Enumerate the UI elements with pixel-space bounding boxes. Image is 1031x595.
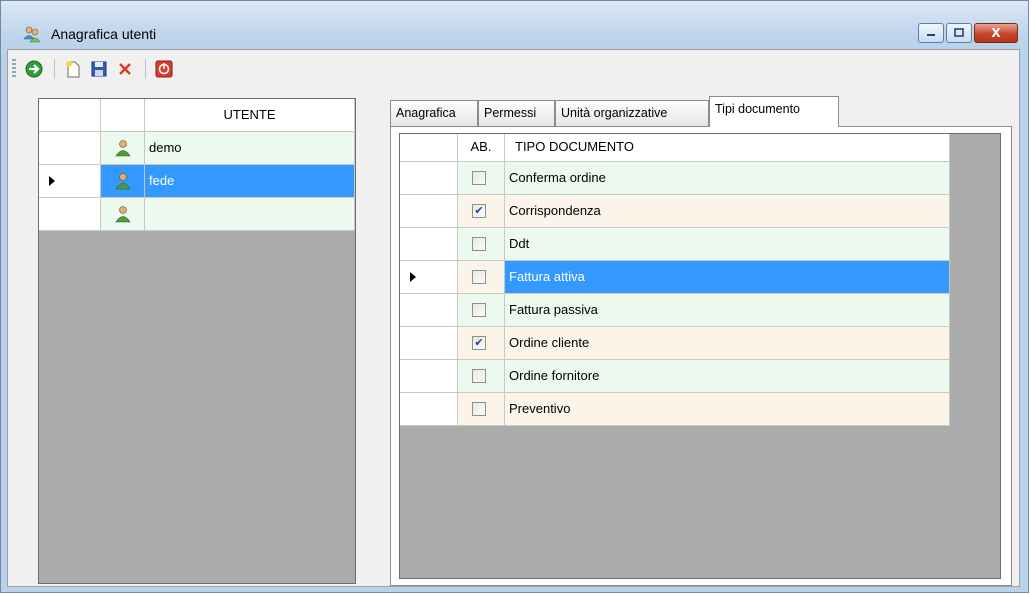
document-row[interactable]: ✔ Ordine cliente xyxy=(400,327,950,360)
client-area: UTENTE demo fede Anagrafica Permessi Unit… xyxy=(7,49,1020,587)
document-type-cell[interactable]: Corrispondenza xyxy=(505,195,950,228)
user-icon-cell[interactable] xyxy=(101,198,145,231)
user-name-cell[interactable]: demo xyxy=(145,132,355,165)
document-row[interactable]: Conferma ordine xyxy=(400,162,950,195)
abilitato-checkbox[interactable]: ✔ xyxy=(472,336,486,350)
row-header[interactable] xyxy=(39,198,101,231)
row-header[interactable] xyxy=(400,294,458,327)
delete-x-icon xyxy=(119,63,131,75)
document-row[interactable]: Ordine fornitore xyxy=(400,360,950,393)
abilitato-cell xyxy=(458,162,505,195)
abilitato-checkbox[interactable] xyxy=(472,270,486,284)
user-icon xyxy=(115,140,131,157)
row-header[interactable] xyxy=(39,165,101,198)
document-type-cell[interactable]: Fattura attiva xyxy=(505,261,950,294)
abilitato-cell: ✔ xyxy=(458,327,505,360)
tab-unita-organizzative[interactable]: Unità organizzative xyxy=(555,100,709,126)
document-row[interactable]: Fattura attiva xyxy=(400,261,950,294)
toolbar-separator xyxy=(145,59,146,79)
abilitato-checkbox[interactable]: ✔ xyxy=(472,204,486,218)
abilitato-checkbox[interactable] xyxy=(472,303,486,317)
user-icon-cell[interactable] xyxy=(101,132,145,165)
row-header[interactable] xyxy=(400,162,458,195)
new-document-icon xyxy=(66,61,80,78)
documents-grid[interactable]: AB. TIPO DOCUMENTO Conferma ordine ✔ Corri… xyxy=(399,133,1001,579)
row-header-corner xyxy=(400,134,458,162)
row-header[interactable] xyxy=(39,132,101,165)
abilitato-checkbox[interactable] xyxy=(472,402,486,416)
icon-column-header xyxy=(101,99,145,132)
close-button[interactable]: X xyxy=(974,23,1018,43)
user-row[interactable]: demo xyxy=(39,132,355,165)
toolbar-separator xyxy=(54,59,55,79)
column-header-ab[interactable]: AB. xyxy=(458,134,505,162)
abilitato-checkbox[interactable] xyxy=(472,171,486,185)
tab-permessi[interactable]: Permessi xyxy=(478,100,555,126)
user-row[interactable]: fede xyxy=(39,165,355,198)
close-icon: X xyxy=(991,26,1001,40)
row-header[interactable] xyxy=(400,261,458,294)
abilitato-cell: ✔ xyxy=(458,195,505,228)
save-disk-icon xyxy=(91,61,107,77)
delete-button[interactable] xyxy=(113,57,137,81)
save-button[interactable] xyxy=(87,57,111,81)
abilitato-cell xyxy=(458,294,505,327)
abilitato-cell xyxy=(458,360,505,393)
current-row-arrow-icon xyxy=(410,272,416,282)
row-header[interactable] xyxy=(400,393,458,426)
document-row[interactable]: Fattura passiva xyxy=(400,294,950,327)
abilitato-checkbox[interactable] xyxy=(472,237,486,251)
minimize-icon xyxy=(927,34,935,36)
row-header[interactable] xyxy=(400,327,458,360)
window-title: Anagrafica utenti xyxy=(51,26,157,42)
document-row[interactable]: Ddt xyxy=(400,228,950,261)
user-icon-cell[interactable] xyxy=(101,165,145,198)
window-controls: X xyxy=(918,23,1018,45)
documents-grid-header: AB. TIPO DOCUMENTO xyxy=(400,134,950,162)
document-type-cell[interactable]: Ddt xyxy=(505,228,950,261)
document-row[interactable]: Preventivo xyxy=(400,393,950,426)
document-type-cell[interactable]: Preventivo xyxy=(505,393,950,426)
current-row-arrow-icon xyxy=(49,176,55,186)
abilitato-cell xyxy=(458,261,505,294)
exit-button[interactable] xyxy=(152,57,176,81)
users-icon xyxy=(23,25,41,43)
title-bar[interactable]: Anagrafica utenti X xyxy=(1,1,1028,49)
row-header[interactable] xyxy=(400,360,458,393)
document-type-cell[interactable]: Conferma ordine xyxy=(505,162,950,195)
maximize-icon xyxy=(954,28,964,37)
document-type-cell[interactable]: Fattura passiva xyxy=(505,294,950,327)
users-grid-header: UTENTE xyxy=(39,99,355,132)
user-icon xyxy=(115,173,131,190)
toolbar-grip[interactable] xyxy=(12,59,16,79)
row-header[interactable] xyxy=(400,228,458,261)
go-button[interactable] xyxy=(22,57,46,81)
document-type-cell[interactable]: Ordine fornitore xyxy=(505,360,950,393)
tab-tipi-documento[interactable]: Tipi documento xyxy=(709,96,839,127)
users-grid[interactable]: UTENTE demo fede xyxy=(38,98,356,584)
abilitato-cell xyxy=(458,228,505,261)
column-header-utente[interactable]: UTENTE xyxy=(145,99,355,132)
maximize-button[interactable] xyxy=(946,23,972,43)
user-icon xyxy=(115,206,131,223)
row-header[interactable] xyxy=(400,195,458,228)
user-name-cell[interactable] xyxy=(145,198,355,231)
abilitato-checkbox[interactable] xyxy=(472,369,486,383)
tab-anagrafica[interactable]: Anagrafica xyxy=(390,100,478,126)
new-button[interactable] xyxy=(61,57,85,81)
tab-panel-tipi-documento: AB. TIPO DOCUMENTO Conferma ordine ✔ Corri… xyxy=(390,126,1012,586)
abilitato-cell xyxy=(458,393,505,426)
minimize-button[interactable] xyxy=(918,23,944,43)
go-arrow-icon xyxy=(25,60,43,78)
document-row[interactable]: ✔ Corrispondenza xyxy=(400,195,950,228)
tab-control: Anagrafica Permessi Unità organizzative … xyxy=(390,96,1012,586)
user-row[interactable] xyxy=(39,198,355,231)
column-header-tipo-documento[interactable]: TIPO DOCUMENTO xyxy=(505,134,950,162)
document-type-cell[interactable]: Ordine cliente xyxy=(505,327,950,360)
exit-power-icon xyxy=(155,60,173,78)
row-header-corner xyxy=(39,99,101,132)
app-window: Anagrafica utenti X UTENTE demo fede Ana… xyxy=(0,0,1029,593)
user-name-cell[interactable]: fede xyxy=(145,165,355,198)
toolbar xyxy=(8,54,248,84)
